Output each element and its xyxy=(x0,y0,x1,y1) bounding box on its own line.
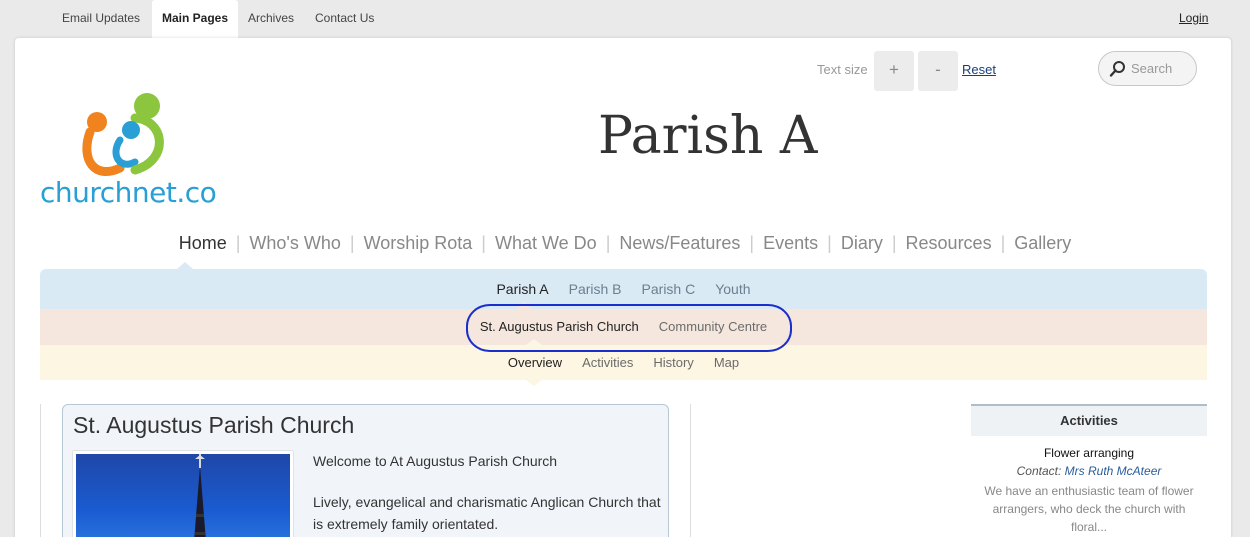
nav-worship-rota[interactable]: Worship Rota xyxy=(360,233,477,254)
tab-email-updates[interactable]: Email Updates xyxy=(52,0,150,38)
text-size-reset-link[interactable]: Reset xyxy=(962,62,996,77)
activities-heading: Activities xyxy=(971,404,1207,436)
tab-archives[interactable]: Archives xyxy=(238,0,304,38)
active-pointer-down xyxy=(526,380,542,386)
search-icon xyxy=(1109,61,1125,77)
church-spire-image xyxy=(194,454,206,537)
text-size-label: Text size xyxy=(817,62,868,77)
logo-wordmark: churchnet.co xyxy=(40,176,217,209)
nav-whos-who[interactable]: Who's Who xyxy=(245,233,344,254)
parish-subnav: Parish A Parish B Parish C Youth xyxy=(40,269,1207,309)
nav-gallery[interactable]: Gallery xyxy=(1010,233,1075,254)
subnav-activities[interactable]: Activities xyxy=(572,345,643,380)
nav-separator: | xyxy=(349,233,355,253)
nav-separator: | xyxy=(235,233,241,253)
nav-resources[interactable]: Resources xyxy=(902,233,996,254)
subnav-overview[interactable]: Overview xyxy=(498,345,572,380)
active-pointer xyxy=(516,302,532,309)
activity-description: We have an enthusiastic team of flower a… xyxy=(984,484,1194,534)
top-tab-bar: Email Updates Main Pages Archives Contac… xyxy=(0,0,1250,38)
tab-main-pages[interactable]: Main Pages xyxy=(152,0,238,38)
nav-separator: | xyxy=(827,233,832,253)
search-input[interactable]: Search xyxy=(1098,51,1197,86)
activity-title[interactable]: Flower arranging xyxy=(971,446,1207,460)
church-photo[interactable] xyxy=(73,451,293,537)
active-pointer xyxy=(526,339,542,345)
church-description: Lively, evangelical and charismatic Angl… xyxy=(313,494,661,532)
card-title: St. Augustus Parish Church xyxy=(73,412,355,438)
contact-label: Contact: xyxy=(1016,464,1062,478)
nav-separator: | xyxy=(749,233,755,253)
main-navigation: Home | Who's Who | Worship Rota | What W… xyxy=(0,233,1250,254)
nav-what-we-do[interactable]: What We Do xyxy=(491,233,601,254)
location-subnav: St. Augustus Parish Church Community Cen… xyxy=(40,309,1207,345)
subnav-parish-b[interactable]: Parish B xyxy=(559,269,632,309)
column-divider xyxy=(40,404,41,537)
active-pointer xyxy=(177,262,193,269)
subnav-community-centre[interactable]: Community Centre xyxy=(649,309,777,345)
contact-name[interactable]: Mrs Ruth McAteer xyxy=(1065,464,1162,478)
tab-contact-us[interactable]: Contact Us xyxy=(305,0,384,38)
welcome-text: Welcome to At Augustus Parish Church xyxy=(313,453,558,469)
activity-contact: Contact: Mrs Ruth McAteer xyxy=(971,464,1207,478)
activities-panel: Activities Flower arranging Contact: Mrs… xyxy=(971,404,1207,536)
nav-separator: | xyxy=(891,233,897,253)
subnav-history[interactable]: History xyxy=(643,345,703,380)
subnav-parish-c[interactable]: Parish C xyxy=(632,269,706,309)
nav-news-features[interactable]: News/Features xyxy=(615,233,744,254)
site-title: Parish A xyxy=(598,106,818,166)
nav-diary[interactable]: Diary xyxy=(837,233,887,254)
church-overview-card: St. Augustus Parish Church Welcome to At… xyxy=(62,404,669,537)
text-size-decrease-button[interactable]: - xyxy=(918,51,958,91)
column-divider xyxy=(690,404,691,537)
login-link[interactable]: Login xyxy=(1179,0,1208,36)
nav-separator: | xyxy=(1000,233,1006,253)
nav-separator: | xyxy=(605,233,611,253)
subnav-youth[interactable]: Youth xyxy=(705,269,760,309)
search-placeholder: Search xyxy=(1131,61,1173,76)
nav-separator: | xyxy=(481,233,486,253)
nav-events[interactable]: Events xyxy=(759,233,822,254)
subnav-st-augustus[interactable]: St. Augustus Parish Church xyxy=(470,309,649,345)
nav-home[interactable]: Home xyxy=(175,233,231,254)
text-size-increase-button[interactable]: + xyxy=(874,51,914,91)
subnav-map[interactable]: Map xyxy=(704,345,749,380)
page-subnav: Overview Activities History Map xyxy=(40,345,1207,380)
